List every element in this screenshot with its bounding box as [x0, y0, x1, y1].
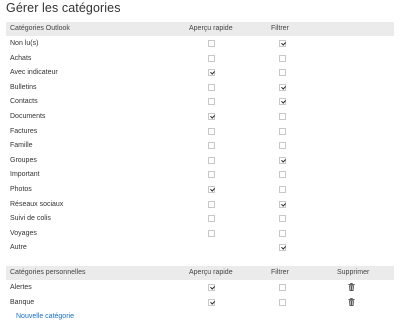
- table-row: Alertes: [6, 280, 394, 295]
- apercu-checkbox[interactable]: [208, 142, 215, 150]
- category-label: Voyages: [10, 229, 37, 237]
- apercu-checkbox[interactable]: [208, 40, 215, 47]
- column-header-supprimer: Supprimer: [337, 269, 370, 276]
- filtrer-checkbox[interactable]: [279, 127, 286, 135]
- column-header-name: Catégories personnelles: [10, 269, 86, 276]
- category-label: Autre: [10, 244, 27, 252]
- category-label: Bulletins: [10, 83, 37, 91]
- apercu-checkbox[interactable]: [208, 171, 215, 179]
- table-row: Banque: [6, 295, 394, 310]
- category-label: Famille: [10, 142, 33, 150]
- category-label: Photos: [10, 185, 32, 193]
- filtrer-checkbox[interactable]: [279, 185, 286, 193]
- filtrer-checkbox[interactable]: [279, 244, 286, 252]
- table-row: Photos: [6, 182, 394, 197]
- table-row: Contacts: [6, 94, 394, 109]
- apercu-checkbox[interactable]: [208, 215, 215, 223]
- category-label: Important: [10, 171, 40, 179]
- apercu-checkbox[interactable]: [208, 54, 215, 62]
- table-row: Voyages: [6, 226, 394, 241]
- filtrer-checkbox[interactable]: [279, 54, 286, 62]
- filtrer-checkbox[interactable]: [279, 200, 286, 208]
- category-label: Groupes: [10, 156, 37, 164]
- table-row: Autre: [6, 240, 394, 255]
- table-row: Documents: [6, 109, 394, 124]
- filtrer-checkbox[interactable]: [279, 215, 286, 223]
- outlook-categories-table: Catégories Outlook Aperçu rapide Filtrer…: [6, 22, 394, 255]
- category-label: Factures: [10, 127, 38, 135]
- personal-categories-table: Catégories personnelles Aperçu rapide Fi…: [6, 266, 394, 309]
- column-header-apercu: Aperçu rapide: [189, 25, 233, 32]
- apercu-checkbox[interactable]: [208, 69, 215, 77]
- filtrer-checkbox[interactable]: [279, 171, 286, 179]
- filtrer-checkbox[interactable]: [279, 298, 286, 306]
- category-label: Banque: [10, 298, 35, 306]
- filtrer-checkbox[interactable]: [279, 229, 286, 237]
- table-row: Suivi de colis: [6, 211, 394, 226]
- filtrer-checkbox[interactable]: [279, 284, 286, 291]
- apercu-checkbox[interactable]: [208, 185, 215, 193]
- filtrer-checkbox[interactable]: [279, 142, 286, 150]
- table-row: Non lu(s): [6, 36, 394, 51]
- table-row: Achats: [6, 51, 394, 66]
- table-row: Avec indicateur: [6, 65, 394, 80]
- outlook-categories-rows: Non lu(s) Achats Avec indicateur Bulletins C…: [6, 36, 394, 255]
- column-header-filtrer: Filtrer: [271, 25, 289, 32]
- filtrer-checkbox[interactable]: [279, 112, 286, 120]
- apercu-checkbox[interactable]: [208, 127, 215, 135]
- filtrer-checkbox[interactable]: [279, 69, 286, 77]
- column-header-filtrer: Filtrer: [271, 269, 289, 276]
- page-title: Gérer les catégories: [6, 1, 121, 15]
- category-label: Réseaux sociaux: [10, 200, 64, 208]
- column-header-name: Catégories Outlook: [10, 25, 70, 32]
- apercu-checkbox[interactable]: [208, 284, 215, 291]
- personal-categories-header: Catégories personnelles Aperçu rapide Fi…: [6, 266, 394, 280]
- category-label: Alertes: [10, 284, 32, 291]
- outlook-categories-header: Catégories Outlook Aperçu rapide Filtrer: [6, 22, 394, 36]
- apercu-checkbox[interactable]: [208, 112, 215, 120]
- personal-categories-rows: Alertes Banque: [6, 280, 394, 309]
- apercu-checkbox[interactable]: [208, 200, 215, 208]
- filtrer-checkbox[interactable]: [279, 98, 286, 106]
- manage-categories-page: Gérer les catégories Catégories Outlook …: [0, 0, 400, 331]
- category-label: Non lu(s): [10, 40, 39, 47]
- column-header-apercu: Aperçu rapide: [189, 269, 233, 276]
- apercu-checkbox[interactable]: [208, 298, 215, 306]
- trash-icon[interactable]: [348, 297, 355, 306]
- filtrer-checkbox[interactable]: [279, 156, 286, 164]
- category-label: Suivi de colis: [10, 215, 51, 223]
- table-row: Bulletins: [6, 80, 394, 95]
- table-row: Important: [6, 167, 394, 182]
- table-row: Groupes: [6, 153, 394, 168]
- trash-icon[interactable]: [348, 283, 355, 291]
- table-row: Famille: [6, 138, 394, 153]
- filtrer-checkbox[interactable]: [279, 83, 286, 91]
- apercu-checkbox[interactable]: [208, 229, 215, 237]
- category-label: Achats: [10, 54, 32, 62]
- category-label: Avec indicateur: [10, 69, 58, 77]
- category-label: Contacts: [10, 98, 38, 106]
- apercu-checkbox[interactable]: [208, 156, 215, 164]
- table-row: Factures: [6, 124, 394, 139]
- category-label: Documents: [10, 112, 46, 120]
- table-row: Réseaux sociaux: [6, 197, 394, 212]
- filtrer-checkbox[interactable]: [279, 40, 286, 47]
- apercu-checkbox[interactable]: [208, 98, 215, 106]
- new-category-link[interactable]: Nouvelle catégorie: [16, 313, 74, 320]
- apercu-checkbox[interactable]: [208, 83, 215, 91]
